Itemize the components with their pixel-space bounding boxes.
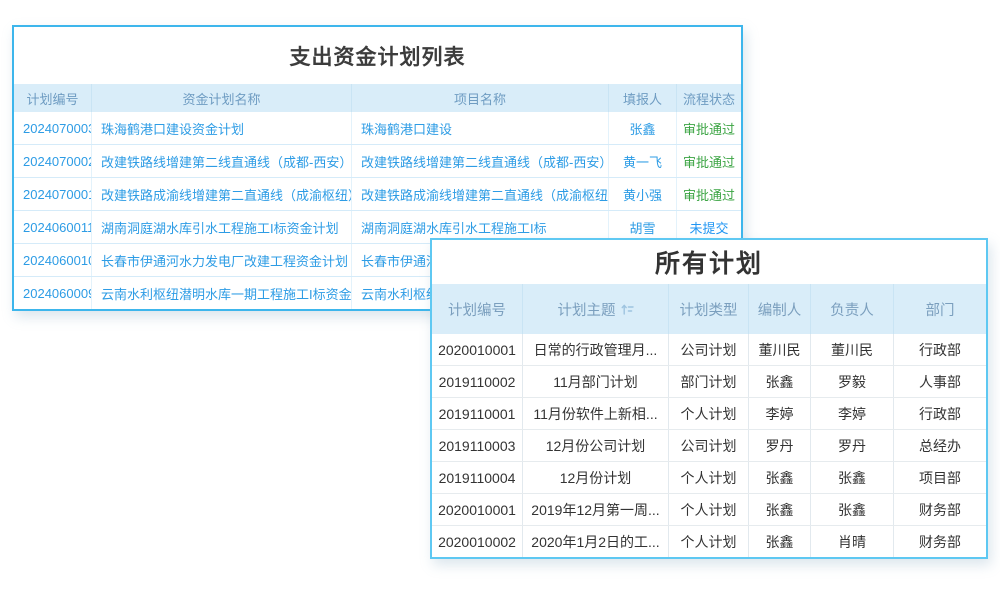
cell-department: 行政部 xyxy=(894,398,986,429)
column-header-plan-type: 计划类型 xyxy=(669,284,749,334)
table-row[interactable]: 2020010002 2020年1月2日的工... 个人计划 张鑫 肖晴 财务部 xyxy=(432,525,986,557)
cell-plan-id: 2019110001 xyxy=(432,398,523,429)
table-row[interactable]: 2020010001 2019年12月第一周... 个人计划 张鑫 张鑫 财务部 xyxy=(432,493,986,525)
cell-plan-type: 个人计划 xyxy=(669,462,749,493)
cell-department: 项目部 xyxy=(894,462,986,493)
sort-ascending-icon[interactable] xyxy=(621,303,634,316)
cell-project-name[interactable]: 改建铁路成渝线增建第二直通线（成渝枢纽）... xyxy=(352,178,609,210)
column-header-fund-plan-name: 资金计划名称 xyxy=(92,84,352,112)
table-row[interactable]: 2024070002 改建铁路线增建第二线直通线（成都-西安）电... 改建铁路… xyxy=(14,144,741,177)
cell-plan-id: 2020010002 xyxy=(432,526,523,557)
table2-header-row: 计划编号 计划主题 计划类型 编制人 负责人 部门 xyxy=(432,284,986,334)
cell-department: 行政部 xyxy=(894,334,986,365)
table1-header-row: 计划编号 资金计划名称 项目名称 填报人 流程状态 xyxy=(14,84,741,112)
cell-plan-type: 部门计划 xyxy=(669,366,749,397)
cell-owner: 罗丹 xyxy=(811,430,894,461)
table2-title: 所有计划 xyxy=(432,240,986,284)
cell-plan-type: 个人计划 xyxy=(669,526,749,557)
cell-plan-id[interactable]: 2024070001 xyxy=(14,178,92,210)
column-header-plan-id: 计划编号 xyxy=(14,84,92,112)
cell-project-name[interactable]: 改建铁路线增建第二线直通线（成都-西安）电... xyxy=(352,145,609,177)
cell-plan-id[interactable]: 2024060010 xyxy=(14,244,92,276)
cell-owner: 罗毅 xyxy=(811,366,894,397)
cell-plan-type: 公司计划 xyxy=(669,334,749,365)
table-row[interactable]: 2024070003 珠海鹤港口建设资金计划 珠海鹤港口建设 张鑫 审批通过 xyxy=(14,112,741,144)
cell-author: 张鑫 xyxy=(749,526,811,557)
cell-plan-id: 2020010001 xyxy=(432,334,523,365)
cell-plan-id: 2019110003 xyxy=(432,430,523,461)
table-row[interactable]: 2019110003 12月份公司计划 公司计划 罗丹 罗丹 总经办 xyxy=(432,429,986,461)
cell-department: 总经办 xyxy=(894,430,986,461)
cell-plan-type: 个人计划 xyxy=(669,398,749,429)
all-plans-table: 所有计划 计划编号 计划主题 计划类型 编制人 负责人 部门 202001000… xyxy=(430,238,988,559)
cell-owner: 肖晴 xyxy=(811,526,894,557)
cell-plan-id[interactable]: 2024070003 xyxy=(14,112,92,144)
cell-owner: 张鑫 xyxy=(811,462,894,493)
cell-plan-id[interactable]: 2024060011 xyxy=(14,211,92,243)
cell-fund-plan-name[interactable]: 改建铁路线增建第二线直通线（成都-西安）电... xyxy=(92,145,352,177)
cell-filler: 黄一飞 xyxy=(609,145,677,177)
cell-project-name[interactable]: 珠海鹤港口建设 xyxy=(352,112,609,144)
cell-plan-type: 公司计划 xyxy=(669,430,749,461)
cell-fund-plan-name[interactable]: 珠海鹤港口建设资金计划 xyxy=(92,112,352,144)
cell-plan-topic: 2020年1月2日的工... xyxy=(523,526,669,557)
table-row[interactable]: 2024070001 改建铁路成渝线增建第二直通线（成渝枢纽）... 改建铁路成… xyxy=(14,177,741,210)
cell-plan-topic: 日常的行政管理月... xyxy=(523,334,669,365)
table2-body: 2020010001 日常的行政管理月... 公司计划 董川民 董川民 行政部 … xyxy=(432,334,986,557)
cell-owner: 张鑫 xyxy=(811,494,894,525)
cell-filler: 张鑫 xyxy=(609,112,677,144)
cell-plan-topic: 12月份公司计划 xyxy=(523,430,669,461)
cell-owner: 董川民 xyxy=(811,334,894,365)
cell-plan-id[interactable]: 2024060009 xyxy=(14,277,92,309)
column-header-project-name: 项目名称 xyxy=(352,84,609,112)
column-header-author: 编制人 xyxy=(749,284,811,334)
table-row[interactable]: 2020010001 日常的行政管理月... 公司计划 董川民 董川民 行政部 xyxy=(432,334,986,365)
cell-status[interactable]: 审批通过 xyxy=(677,112,741,144)
cell-owner: 李婷 xyxy=(811,398,894,429)
table1-title: 支出资金计划列表 xyxy=(14,27,741,84)
cell-status[interactable]: 审批通过 xyxy=(677,145,741,177)
cell-fund-plan-name[interactable]: 长春市伊通河水力发电厂改建工程资金计划 xyxy=(92,244,352,276)
cell-plan-topic: 11月部门计划 xyxy=(523,366,669,397)
table-row[interactable]: 2019110004 12月份计划 个人计划 张鑫 张鑫 项目部 xyxy=(432,461,986,493)
cell-plan-id: 2019110002 xyxy=(432,366,523,397)
column-header-plan-topic[interactable]: 计划主题 xyxy=(523,284,669,334)
cell-plan-topic: 11月份软件上新相... xyxy=(523,398,669,429)
cell-plan-id: 2019110004 xyxy=(432,462,523,493)
cell-author: 张鑫 xyxy=(749,462,811,493)
column-header-filler: 填报人 xyxy=(609,84,677,112)
column-header-plan-id: 计划编号 xyxy=(432,284,523,334)
cell-plan-type: 个人计划 xyxy=(669,494,749,525)
table-row[interactable]: 2019110002 11月部门计划 部门计划 张鑫 罗毅 人事部 xyxy=(432,365,986,397)
cell-fund-plan-name[interactable]: 云南水利枢纽潜明水库一期工程施工I标资金计划 xyxy=(92,277,352,309)
cell-fund-plan-name[interactable]: 湖南洞庭湖水库引水工程施工I标资金计划 xyxy=(92,211,352,243)
cell-plan-id: 2020010001 xyxy=(432,494,523,525)
cell-author: 李婷 xyxy=(749,398,811,429)
cell-status[interactable]: 审批通过 xyxy=(677,178,741,210)
column-header-department: 部门 xyxy=(894,284,986,334)
cell-department: 财务部 xyxy=(894,526,986,557)
table-row[interactable]: 2019110001 11月份软件上新相... 个人计划 李婷 李婷 行政部 xyxy=(432,397,986,429)
cell-plan-id[interactable]: 2024070002 xyxy=(14,145,92,177)
cell-filler: 黄小强 xyxy=(609,178,677,210)
cell-plan-topic: 2019年12月第一周... xyxy=(523,494,669,525)
cell-author: 罗丹 xyxy=(749,430,811,461)
cell-department: 财务部 xyxy=(894,494,986,525)
cell-department: 人事部 xyxy=(894,366,986,397)
column-header-plan-topic-label: 计划主题 xyxy=(558,299,616,320)
cell-author: 张鑫 xyxy=(749,494,811,525)
cell-author: 董川民 xyxy=(749,334,811,365)
cell-plan-topic: 12月份计划 xyxy=(523,462,669,493)
cell-author: 张鑫 xyxy=(749,366,811,397)
cell-fund-plan-name[interactable]: 改建铁路成渝线增建第二直通线（成渝枢纽）... xyxy=(92,178,352,210)
column-header-owner: 负责人 xyxy=(811,284,894,334)
column-header-status: 流程状态 xyxy=(677,84,741,112)
